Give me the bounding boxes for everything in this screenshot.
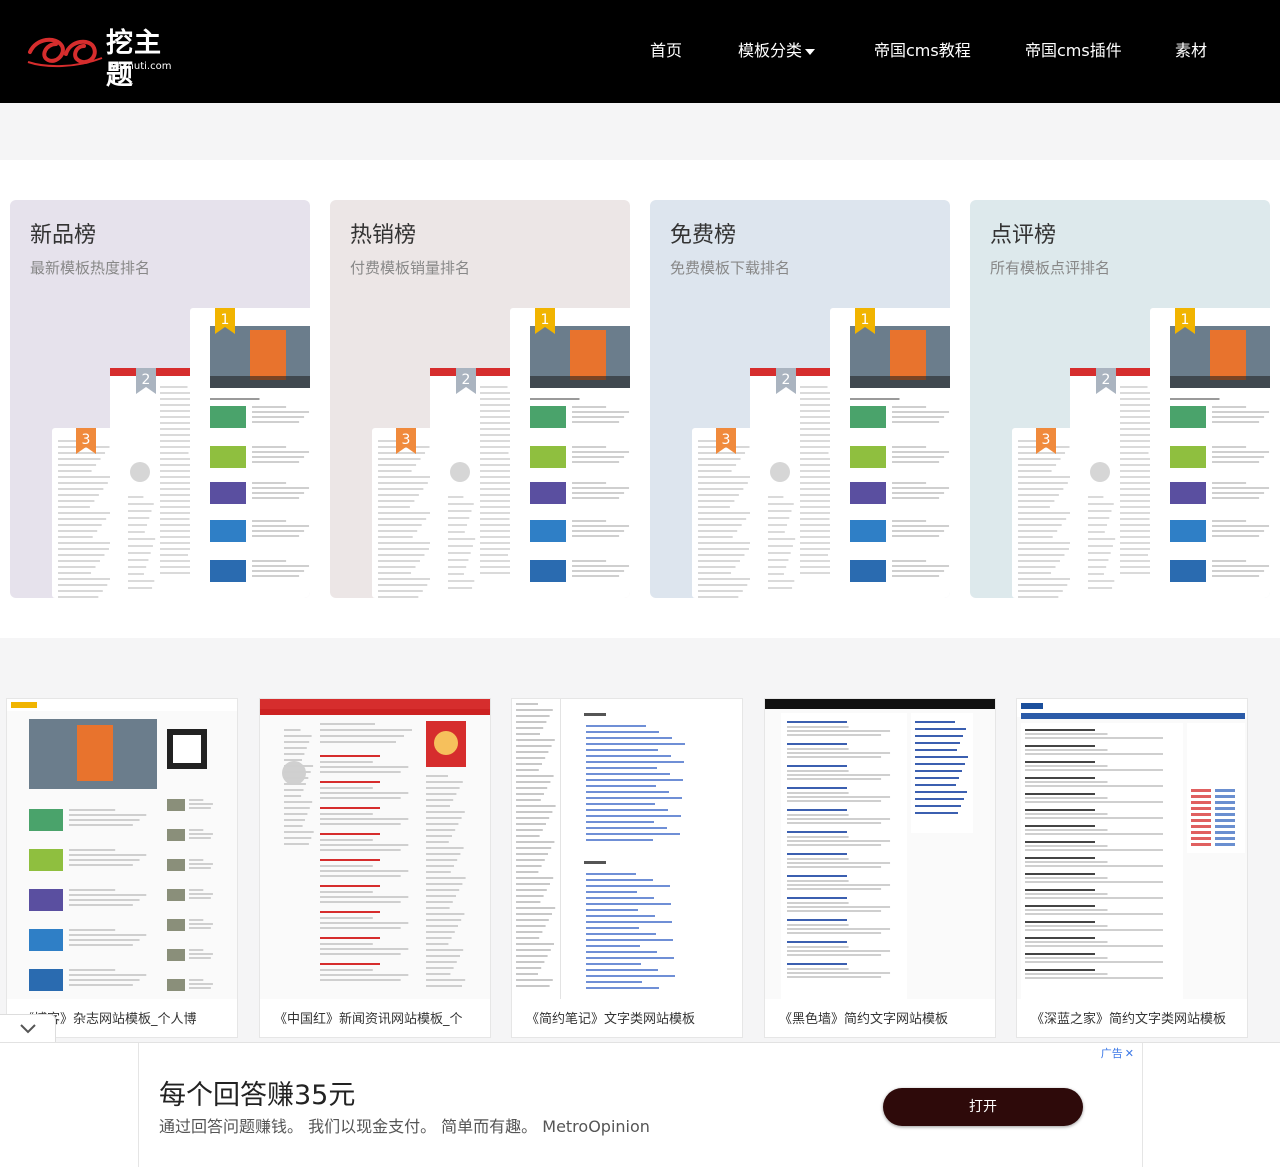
svg-text:3: 3 xyxy=(402,432,411,448)
rank-card-hot[interactable]: 1 2 3 热销榜 付费模板销量排名 xyxy=(330,200,630,598)
svg-text:2: 2 xyxy=(782,372,791,388)
template-card[interactable]: 《简约笔记》文字类网站模板 xyxy=(511,698,743,1038)
ad-headline: 每个回答赚35元 xyxy=(159,1080,356,1111)
close-icon[interactable]: ✕ xyxy=(1125,1047,1134,1060)
template-card[interactable]: 《中国红》新闻资讯网站模板_个 xyxy=(259,698,491,1038)
ad-open-button[interactable]: 打开 xyxy=(883,1088,1083,1126)
rank-card-review[interactable]: 1 2 3 点评榜 所有模板点评排名 xyxy=(970,200,1270,598)
svg-text:3: 3 xyxy=(1042,432,1051,448)
template-title: 《深蓝之家》简约文字类网站模板 xyxy=(1031,1012,1227,1027)
ad-label-text: 广告 xyxy=(1100,1047,1123,1060)
ad-body: 通过回答问题赚钱。 我们以现金支付。 简单而有趣。 MetroOpinion xyxy=(159,1117,650,1136)
rank-title: 新品榜 xyxy=(30,223,97,248)
template-card[interactable]: 《博客》杂志网站模板_个人博 xyxy=(6,698,238,1038)
caret-down-icon xyxy=(805,48,816,55)
template-screenshot xyxy=(765,699,995,999)
template-list: 《博客》杂志网站模板_个人博 《中国红》新闻资讯网站模板_个 《简约笔记》文字类… xyxy=(0,698,1280,1038)
svg-text:1: 1 xyxy=(221,312,230,328)
rank-title: 免费榜 xyxy=(670,223,737,248)
nav-cms-plugins[interactable]: 帝国cms插件 xyxy=(1025,40,1122,62)
rank-subtitle: 免费模板下载排名 xyxy=(670,259,791,277)
nav-home[interactable]: 首页 xyxy=(650,40,682,62)
rank-subtitle: 最新模板热度排名 xyxy=(30,259,151,277)
nav-cms-tutorial[interactable]: 帝国cms教程 xyxy=(874,40,971,62)
svg-text:3: 3 xyxy=(722,432,731,448)
site-logo[interactable]: 挖主题 wazhuti.com xyxy=(26,28,176,91)
template-card[interactable]: 《黑色墙》简约文字网站模板 xyxy=(764,698,996,1038)
logo-domain: wazhuti.com xyxy=(108,61,172,72)
nav-template-categories-label: 模板分类 xyxy=(738,41,803,60)
rank-subtitle: 所有模板点评排名 xyxy=(990,259,1111,277)
svg-text:3: 3 xyxy=(82,432,91,448)
ad-content[interactable]: 广告 ✕ 每个回答赚35元 通过回答问题赚钱。 我们以现金支付。 简单而有趣。 M… xyxy=(138,1043,1143,1167)
template-screenshot xyxy=(260,699,490,999)
nav-materials[interactable]: 素材 xyxy=(1175,40,1207,62)
rank-title: 点评榜 xyxy=(990,223,1057,248)
rank-title: 热销榜 xyxy=(350,223,417,248)
template-screenshot xyxy=(512,699,742,999)
template-screenshot xyxy=(1017,699,1247,999)
rank-card-new[interactable]: 1 2 3 新品榜 最新模板热度排名 xyxy=(10,200,310,598)
svg-text:1: 1 xyxy=(861,312,870,328)
logo-text: 挖主题 xyxy=(106,28,162,91)
svg-text:2: 2 xyxy=(462,372,471,388)
template-title: 《黑色墙》简约文字网站模板 xyxy=(779,1012,949,1027)
svg-text:2: 2 xyxy=(142,372,151,388)
site-header: 挖主题 wazhuti.com 首页 模板分类 帝国cms教程 帝国cms插件 … xyxy=(0,0,1280,103)
ad-banner: 广告 ✕ 每个回答赚35元 通过回答问题赚钱。 我们以现金支付。 简单而有趣。 M… xyxy=(0,1042,1280,1167)
template-title: 《中国红》新闻资讯网站模板_个 xyxy=(274,1012,463,1027)
ranking-section: 1 2 3 新品榜 最新模板热度排名 1 2 3 热销榜 付费模板销量排名 1 2 3 免费… xyxy=(0,160,1280,638)
logo-mark-icon xyxy=(27,37,103,68)
rank-card-free[interactable]: 1 2 3 免费榜 免费模板下载排名 xyxy=(650,200,950,598)
rank-subtitle: 付费模板销量排名 xyxy=(350,259,471,277)
template-screenshot xyxy=(7,699,237,999)
template-card[interactable]: 《深蓝之家》简约文字类网站模板 xyxy=(1016,698,1248,1038)
svg-text:1: 1 xyxy=(1181,312,1190,328)
svg-text:1: 1 xyxy=(541,312,550,328)
nav-template-categories[interactable]: 模板分类 xyxy=(738,40,816,62)
chevron-down-icon xyxy=(20,1024,36,1034)
collapse-ad-button[interactable] xyxy=(0,1014,56,1042)
template-title: 《简约笔记》文字类网站模板 xyxy=(526,1012,696,1027)
svg-text:2: 2 xyxy=(1102,372,1111,388)
ad-label: 广告 ✕ xyxy=(1101,1047,1134,1061)
